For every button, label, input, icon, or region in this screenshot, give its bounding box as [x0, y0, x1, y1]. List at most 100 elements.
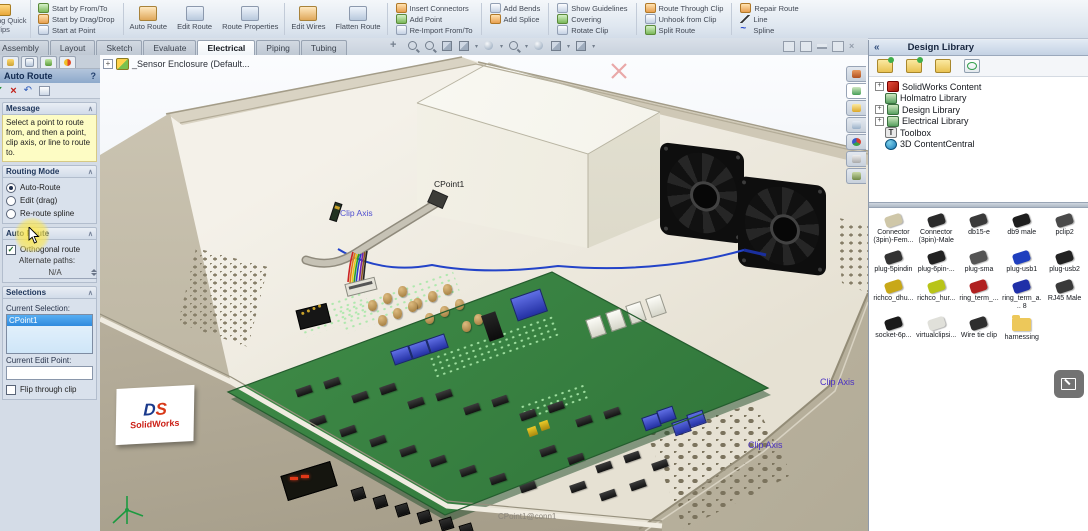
clip-axis-callout-lower[interactable]: Clip Axis — [748, 440, 783, 450]
route-properties-button[interactable]: Route Properties — [217, 0, 283, 38]
tab-assembly[interactable]: Assembly — [0, 40, 49, 55]
orthogonal-route-checkbox[interactable]: ✓Orthogonal route — [6, 243, 93, 256]
ok-icon[interactable]: ✓ — [0, 84, 3, 97]
expand-icon[interactable]: + — [875, 105, 884, 114]
tree-item-toolbox[interactable]: TToolbox — [875, 127, 1088, 139]
view-settings-icon[interactable] — [575, 40, 587, 52]
document-recovery-tab[interactable] — [846, 168, 866, 184]
graphics-viewport[interactable]: CPoint1 Clip Axis Clip Axis Clip Axis CP… — [100, 55, 868, 531]
part-item-folder[interactable]: harnessing — [1000, 318, 1043, 342]
radio-reroute-spline[interactable]: Re-route spline — [6, 207, 93, 220]
tree-item-electrical-library[interactable]: +Electrical Library — [875, 116, 1088, 128]
part-item[interactable]: plug-sma — [958, 252, 1001, 274]
message-header[interactable]: Message∧ — [2, 102, 97, 115]
part-item[interactable]: socket-6p... — [872, 318, 915, 342]
design-library-tab[interactable] — [846, 83, 866, 99]
part-item[interactable]: pclip2 — [1043, 215, 1086, 245]
display-style-icon[interactable] — [483, 40, 495, 52]
part-item[interactable]: Wire tie clip — [958, 318, 1001, 342]
resources-tab[interactable] — [846, 66, 866, 82]
propertymanager-tab[interactable] — [21, 56, 38, 68]
part-item[interactable]: richco_hur... — [915, 281, 958, 311]
part-item[interactable]: db9 male — [1000, 215, 1043, 245]
appearances-scenes-tab[interactable] — [846, 134, 866, 150]
current-edit-point-input[interactable] — [6, 366, 93, 380]
refresh-icon[interactable] — [964, 59, 980, 73]
pin-icon[interactable] — [39, 86, 50, 96]
help-icon[interactable]: ? — [91, 71, 97, 81]
add-point-button[interactable]: Add Point — [396, 14, 473, 24]
tab-evaluate[interactable]: Evaluate — [143, 40, 196, 55]
spinner-arrows-icon[interactable] — [91, 269, 97, 276]
tab-electrical[interactable]: Electrical — [197, 40, 255, 55]
part-item[interactable]: RJ45 Male — [1043, 281, 1086, 311]
part-item[interactable]: plug-5pindin — [872, 252, 915, 274]
rotate-clip-button[interactable]: Rotate Clip — [557, 25, 627, 35]
covering-button[interactable]: Covering — [557, 14, 627, 24]
flatten-route-button[interactable]: Flatten Route — [331, 0, 386, 38]
split-route-button[interactable]: Split Route — [645, 25, 724, 35]
add-file-location-icon[interactable] — [906, 59, 922, 73]
custom-properties-tab[interactable] — [846, 151, 866, 167]
radio-edit-drag[interactable]: Edit (drag) — [6, 194, 93, 207]
alternate-paths-spinner[interactable]: N/A — [19, 266, 97, 279]
add-to-library-icon[interactable] — [877, 59, 893, 73]
view-palette-tab[interactable] — [846, 117, 866, 133]
clip-axis-callout-cable[interactable]: Clip Axis — [340, 208, 373, 218]
flip-through-clip-checkbox[interactable]: Flip through clip — [6, 383, 93, 396]
edit-wires-button[interactable]: Edit Wires — [286, 0, 330, 38]
appearances-icon[interactable] — [533, 40, 545, 52]
tree-item-solidworks-content[interactable]: +SolidWorks Content — [875, 81, 1088, 93]
collapse-pane-icon[interactable]: « — [874, 42, 880, 53]
add-splice-button[interactable]: Add Splice — [490, 14, 541, 24]
add-bends-button[interactable]: Add Bends — [490, 3, 541, 13]
view-orientation-icon[interactable] — [458, 40, 470, 52]
start-by-fromto-button[interactable]: Start by From/To — [38, 3, 115, 13]
selections-header[interactable]: Selections∧ — [2, 286, 97, 299]
selection-listbox[interactable]: CPoint1 — [6, 314, 93, 354]
maximize-window-icon[interactable] — [800, 41, 812, 52]
tree-item-3d-contentcentral[interactable]: 3D ContentCentral — [875, 139, 1088, 151]
restore-window-icon[interactable] — [783, 41, 795, 52]
radio-auto-route[interactable]: Auto-Route — [6, 181, 93, 194]
part-item[interactable]: ring_term_... — [958, 281, 1001, 311]
featuremanager-tab[interactable] — [2, 56, 19, 68]
part-item[interactable]: db15-e — [958, 215, 1001, 245]
part-item[interactable]: richco_dhu... — [872, 281, 915, 311]
cpoint-bottom-callout[interactable]: CPoint1@conn1 — [498, 512, 556, 521]
cooling-fan-right[interactable] — [738, 176, 826, 277]
zoom-fit-icon[interactable] — [407, 40, 419, 52]
route-through-clip-button[interactable]: Route Through Clip — [645, 3, 724, 13]
part-item[interactable]: virtualclipsi... — [915, 318, 958, 342]
repair-route-button[interactable]: Repair Route — [740, 3, 798, 13]
selected-item[interactable]: CPoint1 — [7, 315, 92, 326]
tab-sketch[interactable]: Sketch — [96, 40, 142, 55]
tab-layout[interactable]: Layout — [50, 40, 96, 55]
expand-icon[interactable]: + — [875, 82, 884, 91]
part-item[interactable]: Connector (3pin)-Fem... — [872, 215, 915, 245]
edit-route-button[interactable]: Edit Route — [172, 0, 217, 38]
feature-tree-root[interactable]: + _Sensor Enclosure (Default... — [103, 58, 250, 70]
routing-mode-header[interactable]: Routing Mode∧ — [2, 165, 97, 178]
pan-icon[interactable]: + — [390, 40, 402, 52]
show-guidelines-button[interactable]: Show Guidelines — [557, 3, 627, 13]
part-item[interactable]: ring_term_a... 8 — [1000, 281, 1043, 311]
routing-quick-tips-button[interactable]: Routing Quick Tips — [0, 0, 31, 38]
line-button[interactable]: Line — [740, 14, 798, 24]
cascade-windows-icon[interactable] — [832, 41, 844, 52]
close-window-icon[interactable]: × — [849, 42, 854, 51]
start-at-point-button[interactable]: Start at Point — [38, 25, 115, 35]
tab-piping[interactable]: Piping — [256, 40, 300, 55]
cancel-icon[interactable]: × — [10, 85, 16, 97]
tree-item-holmatro-library[interactable]: Holmatro Library — [875, 93, 1088, 105]
dimxpert-tab[interactable] — [59, 56, 76, 68]
video-overlay-button[interactable] — [1054, 370, 1084, 398]
part-item[interactable]: Connector (3pin)-Male — [915, 215, 958, 245]
zoom-area-icon[interactable] — [424, 40, 436, 52]
configurationmanager-tab[interactable] — [40, 56, 57, 68]
minimize-window-icon[interactable] — [817, 44, 827, 49]
cooling-fan-left[interactable] — [660, 142, 744, 244]
file-explorer-tab[interactable] — [846, 100, 866, 116]
cpoint-callout[interactable]: CPoint1 — [434, 179, 464, 189]
unhook-from-clip-button[interactable]: Unhook from Clip — [645, 14, 724, 24]
